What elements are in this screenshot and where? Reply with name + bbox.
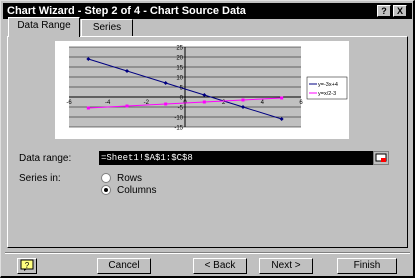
back-button[interactable]: < Back — [193, 258, 247, 274]
series-in-label: Series in: — [19, 173, 61, 184]
chart-svg: 2520151050-5-10-15-6 -4 -2 0 2 4 6y=-3x+4y=x/2… — [66, 46, 348, 132]
svg-text:?: ? — [25, 261, 30, 270]
close-button[interactable]: X — [393, 5, 407, 17]
legend-label-0: y=-3x+4 — [318, 82, 338, 88]
series-1-point-0 — [86, 106, 90, 110]
help-button[interactable]: ? — [17, 258, 37, 274]
help-title-button[interactable]: ? — [377, 5, 391, 17]
y-tick-label-0: 25 — [176, 46, 183, 52]
series-1-point-1 — [125, 104, 129, 108]
y-tick-label-6: -5 — [178, 106, 184, 112]
y-tick-label-8: -15 — [174, 126, 183, 132]
series-1-point-4 — [241, 98, 245, 102]
series-1-point-5 — [280, 96, 284, 100]
y-tick-label-1: 20 — [176, 56, 183, 62]
x-tick-label-6: 6 — [299, 100, 303, 106]
tab-data-range-label: Data Range — [17, 20, 71, 31]
next-button[interactable]: Next > — [259, 258, 313, 274]
cancel-button[interactable]: Cancel — [97, 258, 151, 274]
data-range-value: =Sheet1!$A$1:$C$8 — [101, 153, 193, 163]
data-range-input[interactable]: =Sheet1!$A$1:$C$8 — [99, 151, 387, 165]
radio-rows[interactable] — [101, 173, 111, 183]
series-1-point-2 — [164, 102, 168, 106]
x-tick-label-1: -4 — [105, 100, 111, 106]
y-tick-label-2: 15 — [176, 66, 183, 72]
chart-preview: 25 20 15 10 5 0 -5 -10 -15 -6 -4 -2 0 2 4 6 y=-3x+4 y=x/2… — [55, 41, 349, 139]
collapse-dialog-icon — [375, 153, 387, 162]
series-1-point-3 — [202, 100, 206, 104]
tab-series[interactable]: Series — [81, 19, 133, 37]
y-tick-label-7: -10 — [174, 116, 183, 122]
tab-data-range[interactable]: Data Range — [8, 17, 80, 37]
x-tick-label-0: -6 — [66, 100, 72, 106]
radio-columns-label[interactable]: Columns — [117, 185, 156, 196]
chart-wizard-dialog: Chart Wizard - Step 2 of 4 - Chart Sourc… — [0, 0, 415, 278]
office-assistant-icon: ? — [20, 259, 34, 271]
separator — [5, 252, 410, 254]
radio-selected-dot — [104, 188, 108, 192]
window-title: Chart Wizard - Step 2 of 4 - Chart Sourc… — [7, 5, 246, 17]
legend-label-1: y=x/2-3 — [318, 91, 336, 97]
collapse-dialog-button[interactable] — [373, 151, 389, 165]
data-range-label: Data range: — [19, 153, 72, 164]
finish-button[interactable]: Finish — [337, 258, 397, 274]
radio-rows-label[interactable]: Rows — [117, 173, 142, 184]
tab-series-label: Series — [92, 22, 122, 33]
y-tick-label-3: 10 — [176, 76, 183, 82]
radio-columns[interactable] — [101, 185, 111, 195]
